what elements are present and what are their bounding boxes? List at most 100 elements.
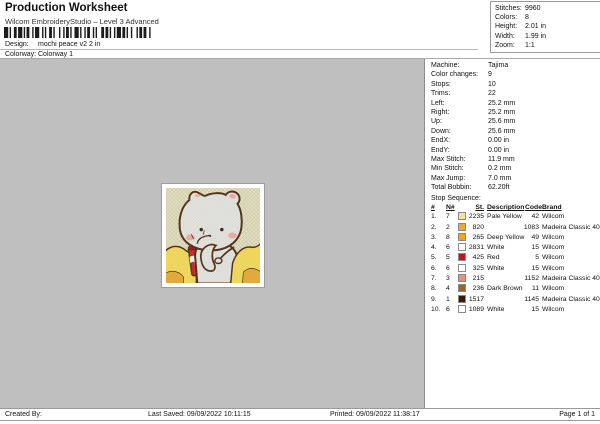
- machine-info-label: EndY:: [431, 146, 450, 154]
- machine-info-label: EndX:: [431, 137, 451, 145]
- machine-info-row: Color changes: 9: [431, 70, 599, 79]
- row-number: 2.: [431, 223, 437, 231]
- worksheet-header: Production Worksheet Wilcom EmbroiderySt…: [0, 0, 600, 59]
- machine-info-value: 10: [488, 80, 496, 88]
- stat-label: Colors:: [495, 14, 518, 22]
- design-barcode: [4, 27, 151, 38]
- machine-info-label: Left:: [431, 99, 445, 107]
- machine-info-row: Right: 25.2 mm: [431, 108, 599, 117]
- stop-sequence-row: 1. 7 2235 Pale Yellow 42 Wilcom: [431, 212, 600, 222]
- stats-row: Stitches: 9960: [495, 4, 600, 13]
- thread-brand: Wilcom: [542, 244, 565, 252]
- thread-description: Dark Brown: [487, 285, 523, 293]
- machine-info-value: 25.6 mm: [488, 127, 516, 135]
- thread-code: 15: [531, 244, 539, 252]
- thread-description: [484, 274, 522, 284]
- thread-brand: Wilcom: [542, 213, 565, 221]
- thread-code: 1145: [524, 295, 539, 303]
- machine-info-value: 11.9 mm: [488, 156, 515, 164]
- machine-info-value: 25.2 mm: [488, 99, 516, 107]
- stat-label: Width:: [495, 32, 515, 40]
- stop-sequence-row: 7. 3 215 1152 Madeira Classic 40: [431, 274, 600, 284]
- thread-code: 1152: [524, 275, 539, 283]
- machine-info-value: 62.20ft: [488, 184, 510, 192]
- thread-description: White: [487, 244, 505, 252]
- created-by-label: Created By:: [5, 411, 42, 418]
- thread-description: White: [487, 264, 505, 272]
- needle-number: 3: [446, 275, 450, 283]
- stats-row: Zoom: 1:1: [495, 41, 600, 50]
- design-canvas: cola: [0, 59, 424, 408]
- needle-number: 6: [446, 264, 450, 272]
- worksheet-details-panel: Machine: Tajima Color changes: 9 Stops: …: [424, 59, 600, 408]
- stop-sequence-row: 3. 8 265 Deep Yellow 49 Wilcom: [431, 232, 600, 243]
- needle-number: 6: [446, 244, 450, 252]
- thread-code: 15: [531, 264, 539, 272]
- machine-info-row: Total Bobbin: 62.20ft: [431, 183, 599, 192]
- stitch-count: 325: [472, 264, 484, 272]
- stop-sequence-header: # N# St. Description Code Brand: [431, 203, 600, 212]
- thread-brand: Wilcom: [542, 254, 565, 262]
- stop-sequence-section: Stop Sequence: # N# St. Description Code…: [431, 194, 600, 315]
- machine-info-label: Max Jump:: [431, 174, 466, 182]
- stats-row: Height: 2.01 in: [495, 22, 600, 31]
- stop-sequence-title: Stop Sequence:: [431, 195, 481, 202]
- machine-info-row: Max Stitch: 11.9 mm: [431, 155, 599, 164]
- needle-number: 5: [446, 254, 450, 262]
- stitch-count: 2831: [468, 244, 484, 252]
- thread-description: [484, 295, 522, 305]
- stop-sequence-row: 10. 6 1089 White 15 Wilcom: [431, 304, 600, 315]
- design-value: mochi peace v2 2 in: [38, 41, 101, 48]
- colorway-value: Colorway 1: [38, 51, 74, 58]
- mochi-cat-cola-illustration: cola: [164, 188, 262, 285]
- thread-code: 15: [531, 305, 539, 313]
- thread-brand: Wilcom: [542, 305, 565, 313]
- col-number: #: [431, 204, 435, 211]
- stop-sequence-row: 5. 5 425 Red 5 Wilcom: [431, 253, 600, 263]
- machine-info-label: Machine:: [431, 62, 460, 69]
- thread-color-swatch: [458, 263, 466, 272]
- thread-brand: Wilcom: [542, 285, 565, 293]
- stitch-count: 820: [472, 223, 484, 231]
- stop-sequence-row: 4. 6 2831 White 15 Wilcom: [431, 243, 600, 253]
- machine-info-value: 22: [488, 90, 496, 98]
- machine-info-value: 0.00 in: [488, 146, 510, 154]
- needle-number: 1: [446, 295, 450, 303]
- machine-info-value: 0.00 in: [488, 137, 510, 145]
- production-worksheet-page: Production Worksheet Wilcom EmbroiderySt…: [0, 0, 600, 424]
- machine-info-value: 7.0 mm: [488, 174, 512, 182]
- machine-info-label: Up:: [431, 118, 442, 126]
- machine-info-row: Trims: 22: [431, 89, 599, 98]
- thread-code: 11: [531, 285, 539, 293]
- machine-info-label: Total Bobbin:: [431, 184, 472, 192]
- thread-brand: Madeira Classic 40: [542, 223, 600, 231]
- thread-description: White: [487, 305, 505, 313]
- stitch-count: 215: [472, 275, 484, 283]
- stitch-count: 1089: [468, 305, 484, 313]
- worksheet-footer: Created By: Last Saved: 09/09/2022 10:11…: [0, 408, 600, 421]
- header-divider: [0, 49, 478, 50]
- thread-brand: Wilcom: [542, 264, 565, 272]
- stats-row: Colors: 8: [495, 13, 600, 22]
- col-needle: N#: [446, 204, 455, 211]
- row-number: 1.: [431, 213, 437, 221]
- stitch-count: 265: [472, 233, 484, 241]
- thread-code: 1083: [523, 223, 539, 231]
- thread-color-swatch: [458, 304, 466, 313]
- stat-value: 8: [525, 14, 529, 22]
- machine-info-value: 25.6 mm: [488, 118, 516, 126]
- thread-color-swatch: [458, 232, 466, 241]
- machine-info-row: EndY: 0.00 in: [431, 146, 599, 155]
- col-stitches: St.: [475, 204, 484, 211]
- thread-color-swatch: [458, 212, 466, 221]
- stats-row: Width: 1.99 in: [495, 32, 600, 41]
- machine-info-label: Color changes:: [431, 71, 479, 79]
- thread-color-swatch: [458, 274, 466, 283]
- col-description: Description: [487, 204, 525, 211]
- machine-info-row: EndX: 0.00 in: [431, 136, 599, 145]
- row-number: 4.: [431, 244, 437, 252]
- stitch-count: 2235: [468, 213, 484, 221]
- thread-color-swatch: [458, 284, 466, 293]
- thread-description: Red: [487, 254, 500, 262]
- needle-number: 6: [446, 305, 450, 313]
